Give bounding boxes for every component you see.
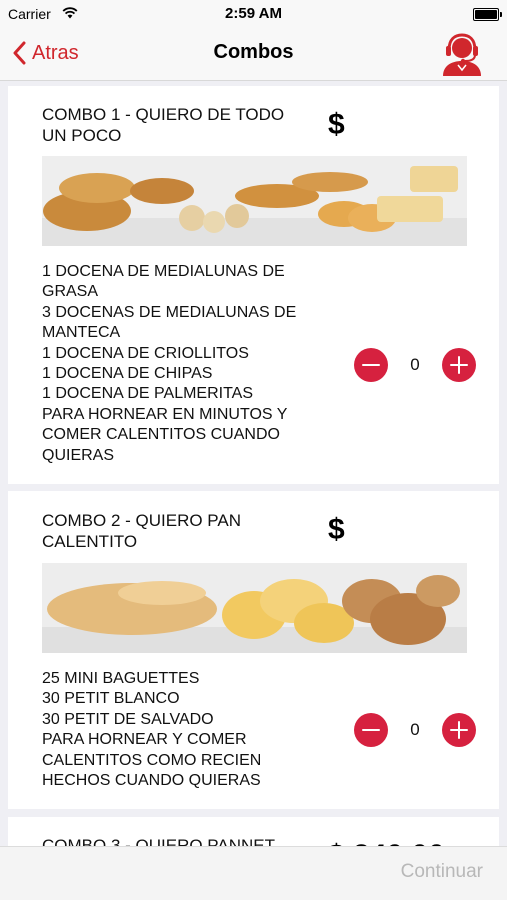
combo-list: COMBO 1 - QUIERO DE TODO UN POCO $ 1 DOC… <box>0 81 507 847</box>
continue-button[interactable]: Continuar <box>401 861 483 883</box>
combo-item: 25 MINI BAGUETTES <box>42 670 200 687</box>
combo-item: 3 DOCENAS DE MEDIALUNAS DE MANTECA <box>42 303 297 342</box>
quantity-stepper: 0 <box>354 713 476 747</box>
combo-card: COMBO 2 - QUIERO PAN CALENTITO $ 25 MINI… <box>8 491 499 809</box>
combo-photo-breads <box>42 563 467 653</box>
minus-icon <box>362 364 380 366</box>
increment-button[interactable] <box>442 348 476 382</box>
combo-photo-pastries <box>42 156 467 246</box>
combo-item: 30 PETIT BLANCO <box>42 690 180 708</box>
combo-item: 1 DOCENA DE PALMERITAS <box>42 385 254 403</box>
decrement-button[interactable] <box>354 713 388 747</box>
quantity-value: 0 <box>410 355 420 374</box>
support-agent-icon[interactable] <box>439 32 485 76</box>
combo-card: COMBO 1 - QUIERO DE TODO UN POCO $ 1 DOC… <box>8 86 499 484</box>
combo-card: COMBO 3 - QUIERO PANNET $ 240,00 <box>8 817 499 847</box>
combo-item: 1 DOCENA DE MEDIALUNAS DE GRASA <box>42 263 285 301</box>
navigation-bar: Atras Combos <box>0 28 507 81</box>
combo-title: COMBO 2 - QUIERO PAN CALENTITO <box>42 511 241 551</box>
combo-price: $ <box>328 513 345 546</box>
page-title: Combos <box>213 41 294 63</box>
combo-description: 1 DOCENA DE MEDIALUNAS DE GRASA 3 DOCENA… <box>42 262 322 466</box>
battery-icon <box>473 8 502 21</box>
quantity-value: 0 <box>410 720 420 739</box>
plus-icon-stroke <box>458 356 460 374</box>
bottom-bar: Continuar <box>0 846 507 900</box>
status-bar: Carrier 2:59 AM <box>0 0 507 28</box>
combo-description: 25 MINI BAGUETTES 30 PETIT BLANCO 30 PET… <box>42 669 322 791</box>
combo-item: 1 DOCENA DE CHIPAS <box>42 365 213 383</box>
combo-item: PARA HORNEAR Y COMER CALENTITOS COMO REC… <box>42 731 262 790</box>
combo-price: $ <box>328 108 345 141</box>
increment-button[interactable] <box>442 713 476 747</box>
clock: 2:59 AM <box>225 5 282 22</box>
minus-icon <box>362 729 380 731</box>
combo-item: 30 PETIT DE SALVADO <box>42 710 214 728</box>
decrement-button[interactable] <box>354 348 388 382</box>
quantity-stepper: 0 <box>354 348 476 382</box>
combo-title: COMBO 1 - QUIERO DE TODO UN POCO <box>42 105 285 145</box>
combo-item: PARA HORNEAR EN MINUTOS Y COMER CALENTIT… <box>42 405 288 464</box>
plus-icon-stroke <box>458 721 460 739</box>
combo-item: 1 DOCENA DE CRIOLLITOS <box>42 344 249 362</box>
